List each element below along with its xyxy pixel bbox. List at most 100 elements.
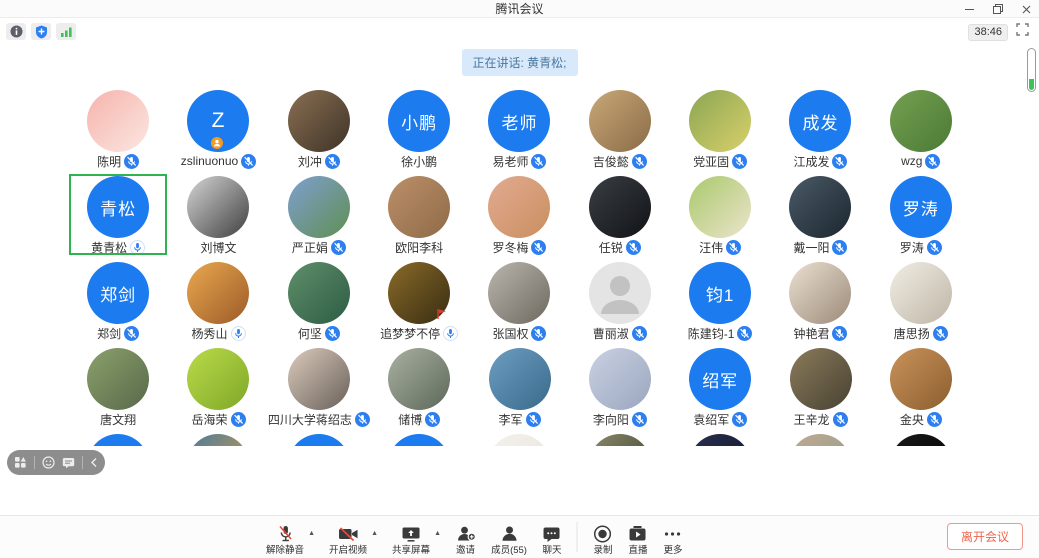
toolbar-chat-button[interactable]: 聊天	[542, 524, 562, 556]
participant-tile[interactable]: 绍军袁绍军	[670, 346, 770, 432]
participant-tile-partial[interactable]	[269, 432, 369, 446]
participant-tile[interactable]: 金央	[871, 346, 971, 432]
info-icon[interactable]	[6, 23, 26, 40]
participant-tile[interactable]: 欧阳李科	[369, 174, 469, 260]
participant-tile-partial[interactable]	[68, 432, 168, 446]
participant-tile[interactable]: 严正娟	[269, 174, 369, 260]
collapse-left-icon[interactable]	[90, 457, 98, 468]
participant-tile[interactable]: 成发江成发	[770, 88, 870, 174]
mic-muted-icon	[832, 240, 847, 255]
participant-avatar: 青松	[87, 176, 149, 238]
participant-tile[interactable]: 罗涛罗涛	[871, 174, 971, 260]
participant-name: 任锐	[599, 239, 623, 256]
live-icon	[628, 524, 648, 544]
toolbar-members-button[interactable]: 成员(55)	[491, 524, 527, 556]
participant-tile[interactable]: 小鹏徐小鹏	[369, 88, 469, 174]
participant-tile[interactable]: wzg	[871, 88, 971, 174]
participant-avatar	[288, 262, 350, 324]
network-icon[interactable]	[56, 23, 76, 40]
participant-tile[interactable]: 储博	[369, 346, 469, 432]
mic-on-icon	[130, 240, 145, 255]
leave-meeting-button[interactable]: 离开会议	[947, 523, 1023, 550]
participant-name: 郑剑	[97, 325, 121, 342]
emoji-icon[interactable]	[42, 456, 55, 469]
participant-tile[interactable]: 郑剑郑剑	[68, 260, 168, 346]
mic-muted-icon	[325, 154, 340, 169]
participant-tile[interactable]: 吉俊懿	[570, 88, 670, 174]
participant-avatar	[589, 434, 651, 446]
toolbar-record-button[interactable]: 录制	[593, 524, 613, 556]
participant-name: 戴一阳	[793, 239, 829, 256]
participant-name: 汪伟	[699, 239, 723, 256]
participant-tile[interactable]: 老师易老师	[469, 88, 569, 174]
toolbar-more-button[interactable]: 更多	[663, 524, 683, 556]
participant-tile[interactable]: 青松黄青松	[68, 174, 168, 260]
toolbar-camera-off-button[interactable]: 开启视频▲	[329, 524, 367, 556]
participant-tile[interactable]: 陈明	[68, 88, 168, 174]
participant-tile[interactable]: 追梦梦不停	[369, 260, 469, 346]
participant-tile[interactable]: 戴一阳	[770, 174, 870, 260]
participant-tile[interactable]: 钧1陈建钧-1	[670, 260, 770, 346]
fullscreen-icon[interactable]	[1016, 23, 1029, 41]
participant-avatar	[789, 176, 851, 238]
participant-avatar	[187, 262, 249, 324]
meeting-timer: 38:46	[968, 24, 1008, 41]
participant-tile[interactable]: 钟艳君	[770, 260, 870, 346]
chevron-up-icon[interactable]: ▲	[371, 530, 378, 537]
restore-icon[interactable]	[991, 2, 1005, 16]
layout-icon[interactable]	[14, 456, 27, 469]
participant-tile-partial[interactable]	[369, 432, 469, 446]
participant-avatar: 罗涛	[890, 176, 952, 238]
toolbar-live-button[interactable]: 直播	[628, 524, 648, 556]
participant-name: 刘博文	[200, 239, 236, 256]
toolbar-share-screen-button[interactable]: 共享屏幕▲	[392, 524, 430, 556]
participant-tile-partial[interactable]	[168, 432, 268, 446]
participant-avatar	[288, 176, 350, 238]
close-icon[interactable]	[1019, 2, 1033, 16]
chevron-up-icon[interactable]: ▲	[434, 530, 441, 537]
participant-grid: 陈明Zzslinuonuo刘冲小鹏徐小鹏老师易老师吉俊懿党亚固 成发江成发wzg 青…	[68, 88, 971, 446]
message-icon[interactable]	[62, 457, 75, 469]
flag-badge-icon	[436, 307, 447, 325]
participant-name: 江成发	[793, 153, 829, 170]
participant-tile[interactable]: 汪伟	[670, 174, 770, 260]
participant-tile[interactable]: 刘博文	[168, 174, 268, 260]
participant-tile[interactable]: Zzslinuonuo	[168, 88, 268, 174]
participant-tile[interactable]: 唐文翔	[68, 346, 168, 432]
floating-toolbar[interactable]	[7, 450, 105, 475]
chevron-up-icon[interactable]: ▲	[308, 530, 315, 537]
participant-tile[interactable]: 曹丽淑	[570, 260, 670, 346]
participant-tile-partial[interactable]	[469, 432, 569, 446]
toolbar-mic-off-button[interactable]: 解除静音▲	[266, 524, 304, 556]
participant-name: 李向阳	[593, 411, 629, 428]
participant-name: 袁绍军	[693, 411, 729, 428]
minimize-icon[interactable]	[963, 2, 977, 16]
participant-name: 何坚	[298, 325, 322, 342]
participant-tile[interactable]: 唐思扬	[871, 260, 971, 346]
invite-icon	[455, 524, 476, 544]
participant-tile[interactable]: 刘冲	[269, 88, 369, 174]
participant-name: 欧阳李科	[395, 239, 443, 256]
participant-tile[interactable]: 王辛龙	[770, 346, 870, 432]
participant-name: 黄青松	[91, 239, 127, 256]
participant-name: 党亚固	[693, 153, 729, 170]
participant-tile[interactable]: 张国权	[469, 260, 569, 346]
shield-icon[interactable]	[31, 23, 51, 40]
participant-tile[interactable]: 李向阳	[570, 346, 670, 432]
participant-tile[interactable]: 李军	[469, 346, 569, 432]
participant-tile[interactable]: 任锐	[570, 174, 670, 260]
participant-tile-partial[interactable]	[570, 432, 670, 446]
participant-tile-partial[interactable]	[670, 432, 770, 446]
participant-tile[interactable]: 何坚	[269, 260, 369, 346]
participant-tile[interactable]: 岳海荣	[168, 346, 268, 432]
divider	[82, 456, 83, 469]
participant-tile-partial[interactable]	[770, 432, 870, 446]
participant-tile[interactable]: 罗冬梅	[469, 174, 569, 260]
participant-tile[interactable]: 党亚固	[670, 88, 770, 174]
participant-tile[interactable]: 杨秀山	[168, 260, 268, 346]
participant-avatar	[890, 434, 952, 446]
participant-name: zslinuonuo	[181, 154, 238, 168]
participant-tile-partial[interactable]	[871, 432, 971, 446]
participant-tile[interactable]: 四川大学蒋绍志	[269, 346, 369, 432]
toolbar-invite-button[interactable]: 邀请	[455, 524, 476, 556]
